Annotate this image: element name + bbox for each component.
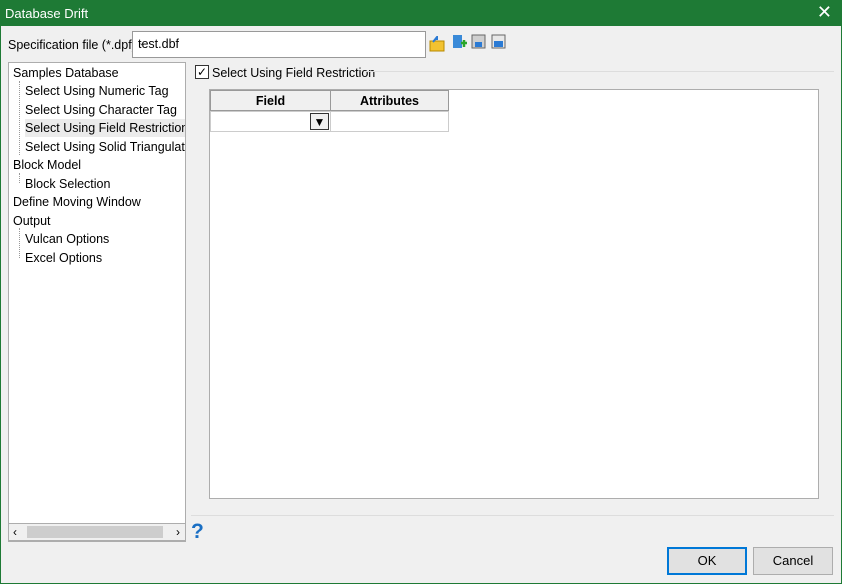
attributes-cell[interactable]: [330, 111, 449, 132]
field-restriction-label: Select Using Field Restriction: [212, 66, 376, 80]
help-icon[interactable]: ?: [191, 520, 204, 544]
tree-item-excel-options[interactable]: Excel Options: [25, 249, 102, 267]
restriction-grid: Field Attributes ▼: [209, 89, 819, 499]
title-bar: Database Drift ✕: [0, 0, 842, 26]
column-header-field[interactable]: Field: [210, 90, 331, 111]
tree-item-moving-window[interactable]: Define Moving Window: [13, 193, 141, 211]
tree-item-numeric-tag[interactable]: Select Using Numeric Tag: [25, 82, 169, 100]
tree-item-vulcan-options[interactable]: Vulcan Options: [25, 230, 109, 248]
tree-item-character-tag[interactable]: Select Using Character Tag: [25, 101, 177, 119]
dialog-body: Specification file (*.dpf) test.dbf ⌄ Sam…: [1, 26, 841, 583]
tree-item-block-model[interactable]: Block Model: [13, 156, 81, 174]
tree-item-output[interactable]: Output: [13, 212, 51, 230]
scroll-left-icon[interactable]: ‹: [13, 525, 17, 539]
save-as-icon[interactable]: [471, 34, 486, 49]
ok-button[interactable]: OK: [667, 547, 747, 575]
save-icon[interactable]: [491, 34, 506, 49]
chevron-down-icon: ⌄: [138, 37, 148, 49]
field-restriction-checkbox[interactable]: ✓: [195, 65, 209, 79]
new-file-icon[interactable]: [451, 34, 467, 50]
scroll-thumb[interactable]: [27, 526, 163, 538]
divider: [366, 71, 834, 72]
spec-file-label: Specification file (*.dpf): [8, 38, 136, 52]
close-button[interactable]: ✕: [817, 2, 832, 23]
tree-item-block-selection[interactable]: Block Selection: [25, 175, 110, 193]
horizontal-scrollbar[interactable]: ‹ ›: [8, 523, 186, 541]
navigation-tree: Samples Database Select Using Numeric Ta…: [8, 62, 186, 542]
tree-item-solid-triangulation[interactable]: Select Using Solid Triangulation: [25, 138, 185, 156]
window-title: Database Drift: [5, 6, 89, 21]
open-folder-icon[interactable]: [429, 36, 445, 52]
spec-file-combo[interactable]: test.dbf ⌄: [132, 31, 426, 58]
tree-item-samples-database[interactable]: Samples Database: [13, 64, 119, 82]
field-cell[interactable]: ▼: [210, 111, 331, 132]
column-header-attributes[interactable]: Attributes: [330, 90, 449, 111]
tree-item-field-restriction[interactable]: Select Using Field Restriction: [25, 119, 185, 137]
cancel-button[interactable]: Cancel: [753, 547, 833, 575]
field-dropdown-button[interactable]: ▼: [310, 113, 329, 130]
scroll-right-icon[interactable]: ›: [176, 525, 180, 539]
divider: [191, 515, 834, 516]
